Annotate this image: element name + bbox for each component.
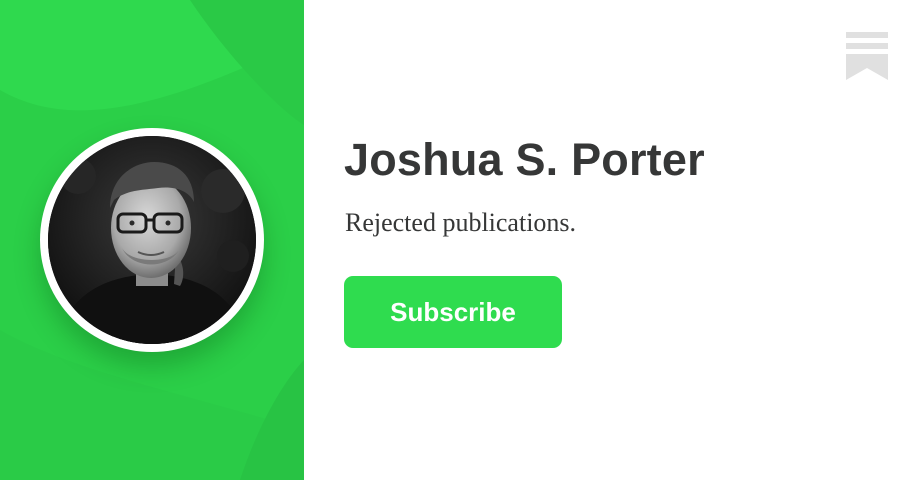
profile-tagline: Rejected publications. (345, 208, 577, 237)
avatar (48, 136, 256, 344)
hero-panel (0, 0, 304, 480)
profile-name: Joshua S. Porter (344, 134, 705, 185)
avatar-frame (40, 128, 264, 352)
subscribe-button[interactable]: Subscribe (344, 276, 562, 348)
substack-bookmark-icon[interactable] (846, 32, 888, 80)
